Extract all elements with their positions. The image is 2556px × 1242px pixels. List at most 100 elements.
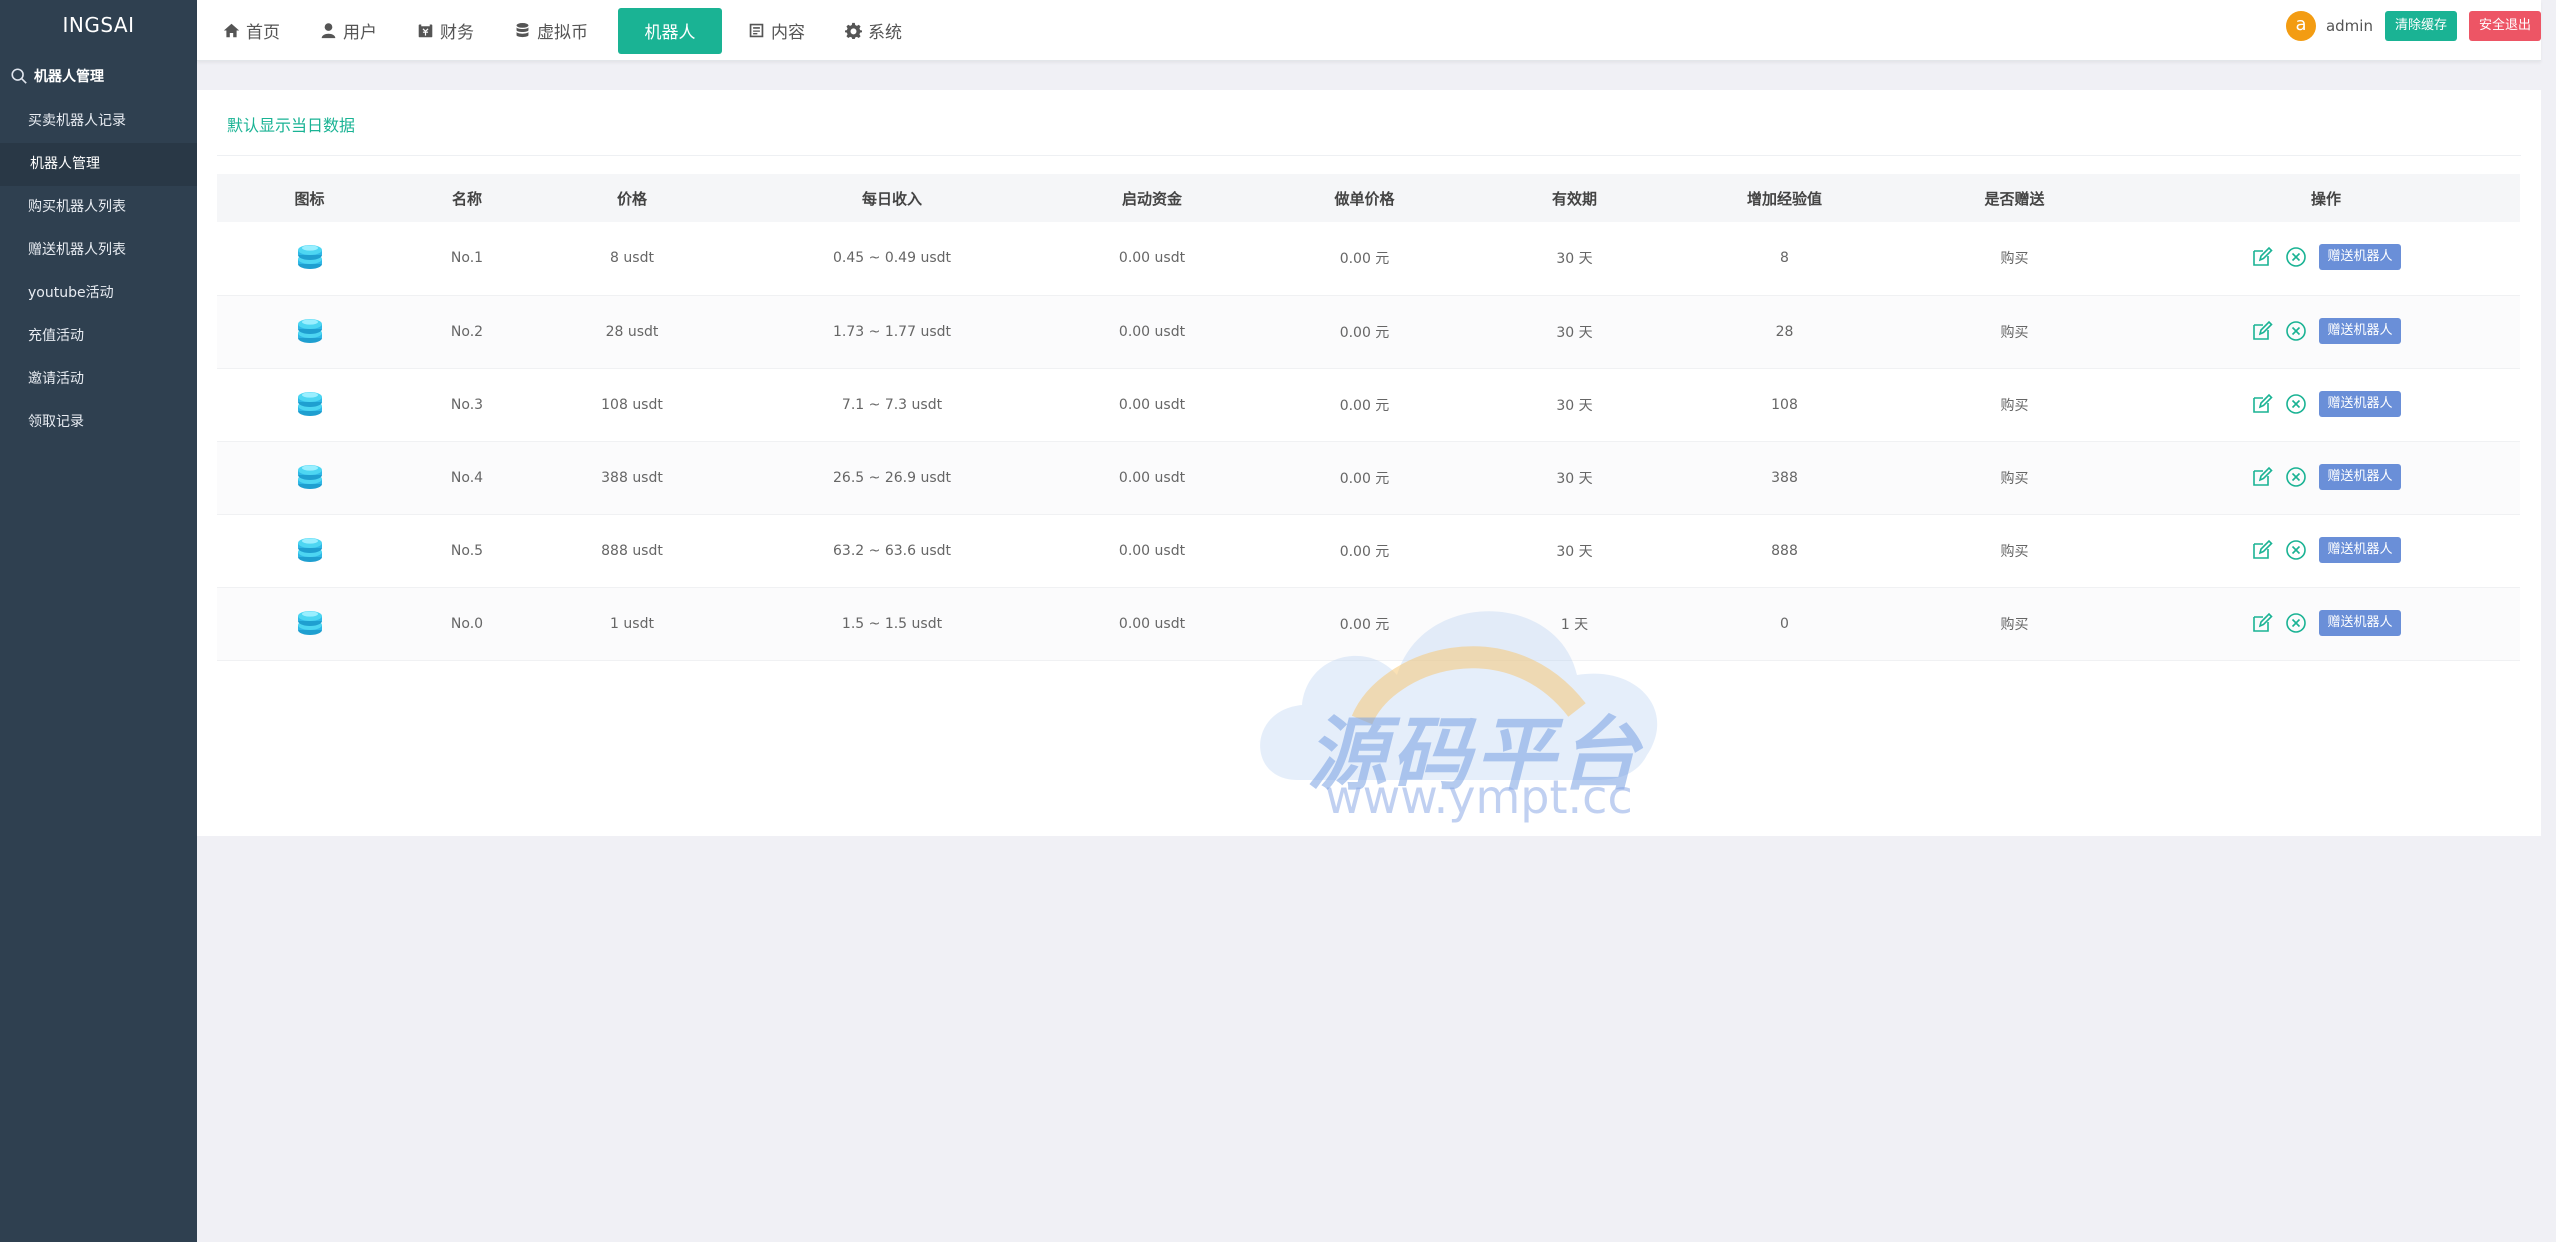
cell-actions: 赠送机器人 bbox=[2132, 441, 2520, 515]
edit-icon[interactable] bbox=[2251, 612, 2274, 634]
cell-icon bbox=[217, 222, 402, 296]
edit-icon[interactable] bbox=[2251, 466, 2274, 488]
cell-start-funds: 0.00 usdt bbox=[1052, 295, 1252, 369]
cell-gift: 购买 bbox=[1897, 441, 2132, 515]
sidebar-item-recharge[interactable]: 充值活动 bbox=[0, 315, 197, 358]
delete-icon[interactable] bbox=[2285, 539, 2307, 561]
cell-price: 28 usdt bbox=[532, 295, 732, 369]
row-actions: 赠送机器人 bbox=[2251, 536, 2401, 563]
user-area: a admin 清除缓存 安全退出 bbox=[2285, 0, 2541, 52]
cell-start-funds: 0.00 usdt bbox=[1052, 441, 1252, 515]
sidebar-item-invite[interactable]: 邀请活动 bbox=[0, 358, 197, 401]
gift-robot-button[interactable]: 赠送机器人 bbox=[2319, 244, 2401, 271]
sidebar-item-robot-management[interactable]: 机器人管理 bbox=[0, 143, 197, 186]
cell-name: No.5 bbox=[402, 514, 532, 588]
cell-name: No.1 bbox=[402, 222, 532, 296]
nav-robot[interactable]: 机器人 bbox=[618, 7, 722, 54]
coin-stack-icon bbox=[297, 245, 322, 270]
cell-start-funds: 0.00 usdt bbox=[1052, 514, 1252, 588]
cell-price: 888 usdt bbox=[532, 514, 732, 588]
cell-exp: 28 bbox=[1672, 295, 1897, 369]
cell-name: No.3 bbox=[402, 368, 532, 442]
coin-stack-icon bbox=[297, 318, 322, 343]
gift-robot-button[interactable]: 赠送机器人 bbox=[2319, 609, 2401, 636]
cell-gift: 购买 bbox=[1897, 295, 2132, 369]
top-nav: 首页 用户 财务 虚拟币 机器人 内容 系统 bbox=[197, 0, 924, 61]
cell-start-funds: 0.00 usdt bbox=[1052, 587, 1252, 661]
sidebar-group-label: 机器人管理 bbox=[34, 69, 104, 85]
delete-icon[interactable] bbox=[2285, 466, 2307, 488]
cell-icon bbox=[217, 441, 402, 515]
sidebar: INGSAI 机器人管理 买卖机器人记录 机器人管理 购买机器人列表 赠送机器人… bbox=[0, 0, 197, 1242]
col-actions: 操作 bbox=[2132, 174, 2520, 222]
row-actions: 赠送机器人 bbox=[2251, 463, 2401, 490]
nav-finance[interactable]: 财务 bbox=[399, 8, 492, 54]
nav-home-label: 首页 bbox=[246, 23, 280, 43]
sidebar-item-youtube[interactable]: youtube活动 bbox=[0, 272, 197, 315]
cell-validity: 1 天 bbox=[1477, 587, 1672, 661]
clear-cache-button[interactable]: 清除缓存 bbox=[2384, 11, 2457, 41]
coin-stack-icon bbox=[297, 537, 322, 562]
nav-user-label: 用户 bbox=[343, 23, 377, 43]
nav-content[interactable]: 内容 bbox=[730, 8, 823, 54]
content-icon bbox=[749, 23, 764, 38]
edit-icon[interactable] bbox=[2251, 393, 2274, 415]
edit-icon[interactable] bbox=[2251, 539, 2274, 561]
cell-validity: 30 天 bbox=[1477, 514, 1672, 588]
username[interactable]: admin bbox=[2326, 17, 2373, 35]
nav-crypto-label: 虚拟币 bbox=[537, 23, 588, 43]
nav-user[interactable]: 用户 bbox=[302, 8, 395, 54]
main-panel: 默认显示当日数据 图标 名称 价格 每日收入 启动资金 做单价格 有效期 增加经… bbox=[197, 90, 2541, 836]
logout-button[interactable]: 安全退出 bbox=[2468, 11, 2541, 41]
sidebar-item-purchase-list[interactable]: 购买机器人列表 bbox=[0, 186, 197, 229]
cell-daily-income: 0.45 ~ 0.49 usdt bbox=[732, 222, 1052, 296]
cell-exp: 108 bbox=[1672, 368, 1897, 442]
delete-icon[interactable] bbox=[2285, 320, 2307, 342]
delete-icon[interactable] bbox=[2285, 246, 2307, 268]
cell-name: No.4 bbox=[402, 441, 532, 515]
sidebar-group-robot-management[interactable]: 机器人管理 bbox=[0, 52, 197, 100]
cell-exp: 8 bbox=[1672, 222, 1897, 296]
cell-validity: 30 天 bbox=[1477, 295, 1672, 369]
edit-icon[interactable] bbox=[2251, 246, 2274, 268]
top-bar: 首页 用户 财务 虚拟币 机器人 内容 系统 a admin 清除缓存 安全退出 bbox=[197, 0, 2541, 61]
table-row: No.2 28 usdt 1.73 ~ 1.77 usdt 0.00 usdt 0.00… bbox=[217, 295, 2520, 369]
nav-system[interactable]: 系统 bbox=[827, 8, 920, 54]
cell-order-price: 0.00 元 bbox=[1252, 222, 1477, 296]
coin-stack-icon bbox=[297, 464, 322, 489]
cell-icon bbox=[217, 368, 402, 442]
table-row: No.3 108 usdt 7.1 ~ 7.3 usdt 0.00 usdt 0.00 … bbox=[217, 368, 2520, 442]
cell-actions: 赠送机器人 bbox=[2132, 368, 2520, 442]
delete-icon[interactable] bbox=[2285, 393, 2307, 415]
gift-robot-button[interactable]: 赠送机器人 bbox=[2319, 536, 2401, 563]
coin-stack-icon bbox=[297, 610, 322, 635]
brand-logo: INGSAI bbox=[62, 13, 135, 37]
avatar[interactable]: a bbox=[2285, 11, 2316, 41]
col-name: 名称 bbox=[402, 174, 532, 222]
sidebar-item-trade-records[interactable]: 买卖机器人记录 bbox=[0, 100, 197, 143]
gift-robot-button[interactable]: 赠送机器人 bbox=[2319, 463, 2401, 490]
delete-icon[interactable] bbox=[2285, 612, 2307, 634]
cell-actions: 赠送机器人 bbox=[2132, 514, 2520, 588]
nav-home[interactable]: 首页 bbox=[205, 8, 298, 54]
page-title: 默认显示当日数据 bbox=[227, 116, 356, 135]
edit-icon[interactable] bbox=[2251, 320, 2274, 342]
sidebar-item-gift-list[interactable]: 赠送机器人列表 bbox=[0, 229, 197, 272]
cell-validity: 30 天 bbox=[1477, 222, 1672, 296]
cell-order-price: 0.00 元 bbox=[1252, 368, 1477, 442]
cell-order-price: 0.00 元 bbox=[1252, 441, 1477, 515]
cell-order-price: 0.00 元 bbox=[1252, 514, 1477, 588]
cell-price: 1 usdt bbox=[532, 587, 732, 661]
cell-validity: 30 天 bbox=[1477, 368, 1672, 442]
nav-finance-label: 财务 bbox=[440, 23, 474, 43]
cell-daily-income: 1.73 ~ 1.77 usdt bbox=[732, 295, 1052, 369]
cell-actions: 赠送机器人 bbox=[2132, 295, 2520, 369]
gift-robot-button[interactable]: 赠送机器人 bbox=[2319, 317, 2401, 344]
nav-content-label: 内容 bbox=[771, 23, 805, 43]
nav-crypto[interactable]: 虚拟币 bbox=[496, 8, 606, 54]
sidebar-item-claim-records[interactable]: 领取记录 bbox=[0, 401, 197, 444]
table-row: No.1 8 usdt 0.45 ~ 0.49 usdt 0.00 usdt 0.00 … bbox=[217, 222, 2520, 296]
gift-robot-button[interactable]: 赠送机器人 bbox=[2319, 390, 2401, 417]
cell-icon bbox=[217, 295, 402, 369]
row-actions: 赠送机器人 bbox=[2251, 390, 2401, 417]
